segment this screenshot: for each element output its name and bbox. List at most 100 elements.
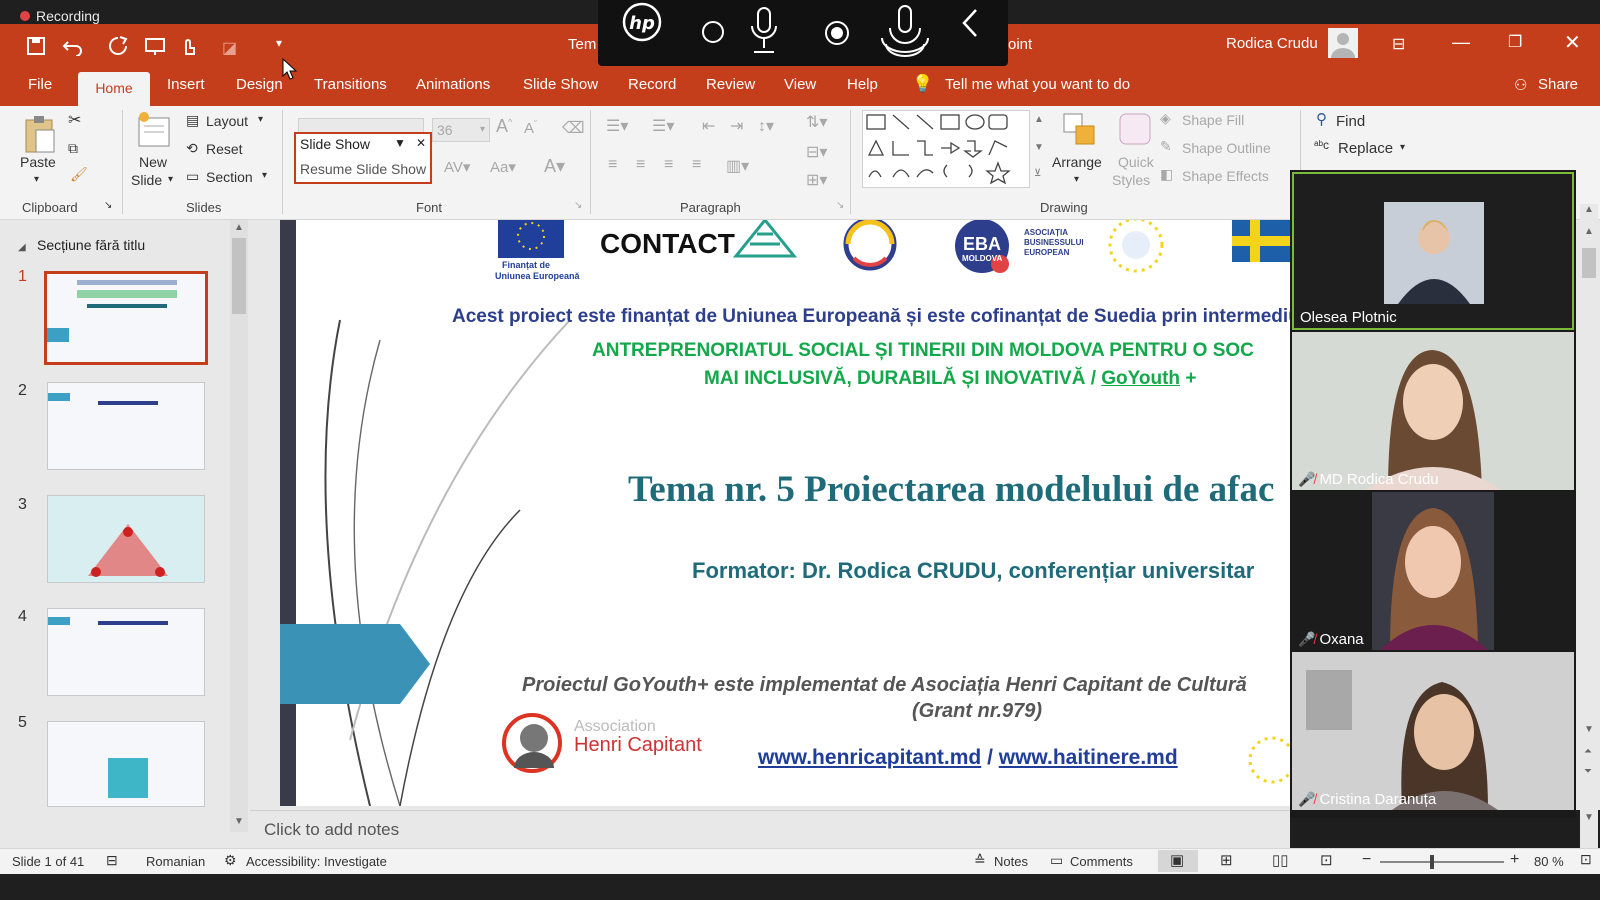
restore-icon[interactable]: ❐	[1508, 32, 1522, 52]
shape-outline-button[interactable]: Shape Outline	[1182, 140, 1271, 156]
shapes-gallery[interactable]	[862, 110, 1030, 188]
font-size-combobox[interactable]: 36 ▾	[432, 118, 490, 142]
comments-icon[interactable]: ▭	[1050, 852, 1063, 869]
ribbon-display-options-icon[interactable]: ⊟	[1392, 34, 1405, 54]
scroll-up-icon[interactable]: ▲	[1584, 204, 1594, 215]
slide-thumbnail-3[interactable]	[47, 495, 205, 583]
tab-help[interactable]: Help	[847, 76, 878, 93]
slide-thumbnail-2[interactable]	[47, 382, 205, 470]
paste-dropdown-icon[interactable]: ▾	[34, 174, 39, 185]
tell-me-search[interactable]: Tell me what you want to do	[945, 76, 1130, 93]
tab-animations[interactable]: Animations	[416, 76, 490, 93]
thumbnail-scrollbar[interactable]: ▲ ▼	[230, 220, 248, 832]
scroll-down-icon[interactable]: ▼	[1584, 724, 1594, 735]
quick-styles-label-2[interactable]: Styles	[1112, 172, 1150, 188]
notes-pane[interactable]: Click to add notes	[250, 810, 1290, 848]
shape-outline-icon[interactable]: ✎	[1160, 138, 1172, 155]
reading-view-icon[interactable]: ▯▯	[1272, 851, 1289, 869]
slide-scrollbar[interactable]: ▲ ▲ ▼ ⏶ ⏷ ▼	[1580, 204, 1598, 848]
stop-circle-icon[interactable]	[701, 20, 725, 44]
microphone-icon[interactable]	[746, 4, 782, 58]
zoom-slider-track[interactable]	[1380, 861, 1504, 863]
tab-file[interactable]: File	[28, 76, 52, 93]
notes-button[interactable]: Notes	[994, 854, 1028, 869]
share-button[interactable]: Share	[1538, 76, 1578, 93]
slide-canvas[interactable]: Finanțat de Uniunea Europeană CONTACT EB…	[280, 220, 1290, 806]
arrange-dropdown-icon[interactable]: ▾	[1074, 174, 1079, 185]
mic-levels-icon[interactable]	[876, 2, 934, 60]
eraser-icon[interactable]: ◪	[222, 38, 237, 58]
replace-dropdown-icon[interactable]: ▾	[1400, 142, 1405, 153]
avatar[interactable]	[1328, 28, 1358, 58]
slide-thumbnail-4[interactable]	[47, 608, 205, 696]
character-spacing-icon[interactable]: AV▾	[444, 158, 470, 176]
touch-mode-icon[interactable]	[178, 36, 198, 56]
zoom-in-icon[interactable]: +	[1510, 851, 1519, 869]
font-color-icon[interactable]: A▾	[544, 156, 565, 177]
replace-button[interactable]: Replace	[1338, 140, 1393, 157]
increase-indent-icon[interactable]: ⇥	[730, 116, 743, 136]
arrange-icon[interactable]	[1060, 110, 1100, 150]
columns-icon[interactable]: ▥▾	[726, 156, 749, 176]
scroll-down-icon[interactable]: ▼	[234, 816, 244, 827]
paste-icon[interactable]	[22, 112, 58, 156]
share-icon[interactable]: ⚇	[1514, 76, 1527, 94]
participant-tile[interactable]: 🎤̸ Cristina Daranuța	[1292, 652, 1574, 810]
quick-styles-label-1[interactable]: Quick	[1118, 154, 1154, 170]
font-launcher-icon[interactable]: ↘	[574, 200, 582, 211]
normal-view-button[interactable]: ▣	[1158, 850, 1198, 872]
numbering-icon[interactable]: ☰▾	[652, 116, 674, 136]
copy-icon[interactable]: ⧉	[68, 140, 78, 157]
scrollbar-thumb[interactable]	[232, 238, 246, 314]
collapse-icon[interactable]	[960, 8, 980, 38]
dropdown-close-icon[interactable]: ✕	[416, 136, 426, 150]
tab-review[interactable]: Review	[706, 76, 755, 93]
close-icon[interactable]: ✕	[1564, 30, 1581, 55]
shape-fill-icon[interactable]: ◈	[1160, 110, 1171, 127]
new-slide-label-2[interactable]: Slide	[131, 172, 162, 188]
dropdown-item-resume-slide-show[interactable]: Resume Slide Show	[300, 161, 426, 177]
scrollbar-thumb[interactable]	[1582, 248, 1596, 278]
fit-slide-icon[interactable]: ⊡	[1580, 851, 1592, 868]
section-icon[interactable]: ▭	[186, 168, 199, 185]
change-case-icon[interactable]: Aa▾	[490, 158, 516, 176]
text-direction-icon[interactable]: ⇅▾	[806, 112, 827, 132]
tab-design[interactable]: Design	[236, 76, 283, 93]
shapes-scroll-down-icon[interactable]: ▼	[1034, 142, 1044, 153]
save-icon[interactable]	[26, 36, 46, 56]
quick-styles-icon[interactable]	[1116, 110, 1156, 150]
tab-slide-show[interactable]: Slide Show	[523, 76, 598, 93]
scroll-up-icon[interactable]: ▲	[1584, 226, 1594, 237]
new-slide-icon[interactable]	[136, 110, 172, 150]
section-collapse-icon[interactable]: ◢	[18, 242, 26, 253]
cut-icon[interactable]: ✂	[68, 110, 81, 130]
previous-slide-icon[interactable]: ⏶	[1584, 746, 1592, 757]
layout-dropdown-icon[interactable]: ▾	[258, 114, 263, 125]
scroll-down-icon[interactable]: ▼	[1584, 812, 1594, 823]
decrease-indent-icon[interactable]: ⇤	[702, 116, 715, 136]
slide-thumbnail-1[interactable]	[44, 271, 208, 365]
decrease-font-icon[interactable]: Aˇ	[524, 119, 537, 137]
slide-sorter-icon[interactable]: ⊞	[1220, 851, 1233, 869]
shape-effects-icon[interactable]: ◧	[1160, 166, 1173, 183]
notes-placeholder[interactable]: Click to add notes	[264, 820, 399, 840]
reset-button[interactable]: Reset	[206, 141, 243, 157]
paragraph-launcher-icon[interactable]: ↘	[836, 200, 844, 211]
zoom-level[interactable]: 80 %	[1534, 854, 1564, 869]
undo-icon[interactable]	[62, 36, 84, 56]
record-icon[interactable]	[824, 20, 850, 46]
justify-icon[interactable]: ≡	[692, 156, 701, 174]
redo-icon[interactable]	[108, 36, 128, 56]
replace-icon[interactable]: ᵃᵇc	[1314, 138, 1329, 152]
zoom-out-icon[interactable]: −	[1362, 851, 1371, 869]
clipboard-launcher-icon[interactable]: ↘	[104, 200, 112, 211]
format-painter-icon[interactable]: 🖌	[70, 166, 88, 183]
tab-record[interactable]: Record	[628, 76, 676, 93]
increase-font-icon[interactable]: A^	[496, 116, 512, 137]
find-icon[interactable]: ⚲	[1316, 110, 1327, 128]
shape-fill-button[interactable]: Shape Fill	[1182, 112, 1244, 128]
slide-show-dropdown[interactable]: Slide Show ▼ ✕ Resume Slide Show	[294, 132, 432, 184]
participant-tile[interactable]: Olesea Plotnic	[1292, 172, 1574, 330]
next-slide-icon[interactable]: ⏷	[1584, 766, 1592, 777]
line-spacing-icon[interactable]: ↕▾	[758, 116, 774, 136]
